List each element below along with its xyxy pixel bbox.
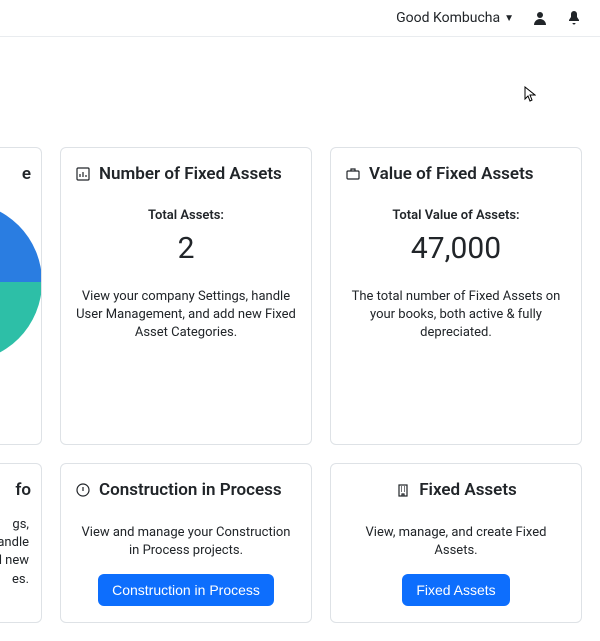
card-title: Value of Fixed Assets	[369, 164, 534, 184]
company-info-card: fo gs, handle dd new es.	[0, 463, 42, 623]
metric-label: Total Assets:	[75, 208, 297, 223]
card-title-fragment: fo	[0, 480, 31, 500]
card-title-fragment: e	[0, 164, 31, 184]
card-desc-fragment: gs, handle dd new es.	[0, 516, 31, 589]
alert-circle-icon	[75, 482, 91, 498]
chevron-down-icon: ▼	[504, 13, 514, 24]
card-description: View and manage your Construction in Pro…	[75, 524, 297, 560]
card-title: Fixed Assets	[419, 480, 517, 500]
card-description: The total number of Fixed Assets on your…	[345, 288, 567, 343]
card-title: Number of Fixed Assets	[99, 164, 282, 184]
bell-icon[interactable]	[566, 10, 582, 26]
metric-label: Total Value of Assets:	[345, 208, 567, 223]
card-description: View your company Settings, handle User …	[75, 288, 297, 343]
bar-chart-icon	[75, 166, 91, 182]
user-icon[interactable]	[532, 10, 548, 26]
value-of-assets-card: Value of Fixed Assets Total Value of Ass…	[330, 147, 582, 445]
construction-in-process-button[interactable]: Construction in Process	[98, 574, 274, 606]
fixed-assets-card: Fixed Assets View, manage, and create Fi…	[330, 463, 582, 623]
briefcase-icon	[345, 166, 361, 182]
pie-chart: es	[0, 202, 42, 362]
card-title: Construction in Process	[99, 480, 282, 500]
company-name: Good Kombucha	[396, 10, 500, 26]
metric-value: 2	[75, 231, 297, 266]
metric-value: 47,000	[345, 231, 567, 266]
building-icon	[395, 482, 411, 498]
card-description: View, manage, and create Fixed Assets.	[345, 524, 567, 560]
assets-by-type-card: e es	[0, 147, 42, 445]
number-of-assets-card: Number of Fixed Assets Total Assets: 2 V…	[60, 147, 312, 445]
fixed-assets-button[interactable]: Fixed Assets	[402, 574, 509, 606]
company-selector[interactable]: Good Kombucha ▼	[396, 10, 514, 26]
construction-in-process-card: Construction in Process View and manage …	[60, 463, 312, 623]
